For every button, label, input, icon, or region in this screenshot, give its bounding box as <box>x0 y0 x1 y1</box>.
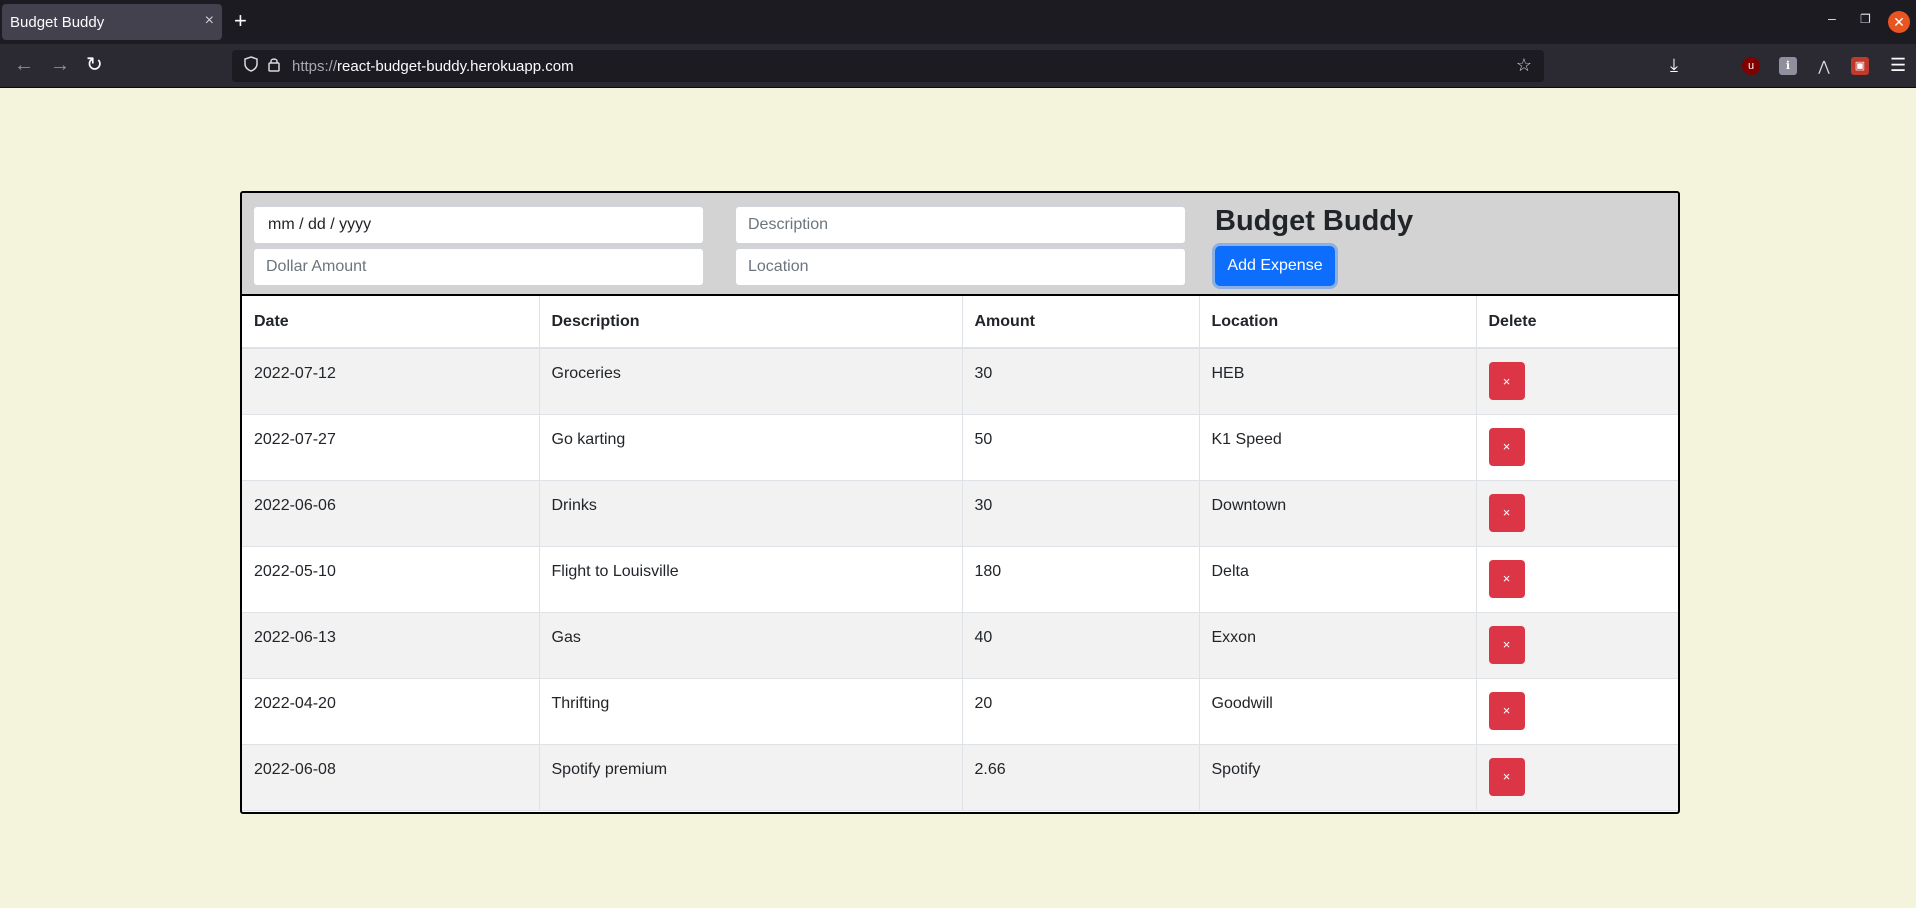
table-row: 2022-07-27 Go karting 50 K1 Speed × <box>242 414 1678 481</box>
cell-location: Goodwill <box>1199 678 1477 745</box>
url-scheme: https:// <box>292 58 338 75</box>
cell-amount: 40 <box>962 612 1200 679</box>
delete-button[interactable]: × <box>1488 362 1525 400</box>
delete-button[interactable]: × <box>1488 559 1525 598</box>
url-text[interactable]: https://react-budget-buddy.herokuapp.com <box>292 58 574 75</box>
cell-description: Flight to Louisville <box>539 546 963 613</box>
cell-date: 2022-07-12 <box>242 348 540 415</box>
cell-delete: × <box>1476 744 1678 811</box>
dollar-amount-input[interactable] <box>253 248 704 286</box>
restore-icon[interactable]: ❐ <box>1860 12 1871 26</box>
shield-icon[interactable] <box>244 56 258 76</box>
cell-amount: 30 <box>962 348 1200 415</box>
description-input[interactable] <box>735 206 1186 244</box>
location-input[interactable] <box>735 248 1186 286</box>
cell-delete: × <box>1476 612 1678 679</box>
table-row: 2022-06-08 Spotify premium 2.66 Spotify … <box>242 744 1678 811</box>
browser-tab-bar: Budget Buddy × + – ❐ ✕ <box>0 0 1916 44</box>
cell-delete: × <box>1476 546 1678 613</box>
cell-description: Thrifting <box>539 678 963 745</box>
cell-date: 2022-06-13 <box>242 612 540 679</box>
table-row: 2022-05-10 Flight to Louisville 180 Delt… <box>242 546 1678 613</box>
delete-button[interactable]: × <box>1488 757 1525 796</box>
reload-icon[interactable]: ↻ <box>86 54 103 76</box>
column-header-date: Date <box>242 296 540 349</box>
cell-delete: × <box>1476 348 1678 415</box>
expenses-table: Date Description Amount Location Delete … <box>242 296 1678 811</box>
cell-date: 2022-04-20 <box>242 678 540 745</box>
cell-amount: 30 <box>962 480 1200 547</box>
cell-description: Gas <box>539 612 963 679</box>
table-row: 2022-06-06 Drinks 30 Downtown × <box>242 480 1678 547</box>
table-row: 2022-07-12 Groceries 30 HEB × <box>242 348 1678 415</box>
column-header-description: Description <box>539 296 963 349</box>
forward-icon[interactable]: → <box>50 54 70 76</box>
minimize-icon[interactable]: – <box>1828 10 1836 26</box>
column-header-location: Location <box>1199 296 1477 349</box>
column-header-amount: Amount <box>962 296 1200 349</box>
downloads-icon[interactable]: ⤓ <box>1670 54 1678 76</box>
extension-icon-3[interactable]: ▣ <box>1851 57 1869 75</box>
cell-location: Exxon <box>1199 612 1477 679</box>
close-window-icon[interactable]: ✕ <box>1888 11 1910 33</box>
cell-description: Spotify premium <box>539 744 963 811</box>
cell-location: HEB <box>1199 348 1477 415</box>
cell-location: Spotify <box>1199 744 1477 811</box>
cell-description: Go karting <box>539 414 963 481</box>
delete-button[interactable]: × <box>1488 691 1525 730</box>
cell-location: K1 Speed <box>1199 414 1477 481</box>
url-host: react-budget-buddy.herokuapp.com <box>337 58 574 75</box>
cell-amount: 50 <box>962 414 1200 481</box>
extension-icon[interactable]: ℹ <box>1779 57 1797 75</box>
cell-amount: 20 <box>962 678 1200 745</box>
table-row: 2022-04-20 Thrifting 20 Goodwill × <box>242 678 1678 745</box>
tab-close-icon[interactable]: × <box>205 12 214 30</box>
table-row: 2022-06-13 Gas 40 Exxon × <box>242 612 1678 679</box>
hamburger-menu-icon[interactable]: ☰ <box>1890 54 1906 76</box>
tab-title: Budget Buddy <box>10 14 105 31</box>
cell-location: Downtown <box>1199 480 1477 547</box>
cell-description: Groceries <box>539 348 963 415</box>
bookmark-star-icon[interactable]: ☆ <box>1516 55 1532 76</box>
ublock-extension-icon[interactable]: u <box>1742 57 1760 75</box>
browser-tab[interactable]: Budget Buddy × <box>2 4 222 40</box>
expense-form: mm / dd / yyyy Budget Buddy Add Expense <box>242 193 1678 296</box>
extension-icon-2[interactable]: ⋀ <box>1815 57 1833 75</box>
cell-amount: 180 <box>962 546 1200 613</box>
budget-app-container: mm / dd / yyyy Budget Buddy Add Expense … <box>240 191 1680 814</box>
cell-date: 2022-06-08 <box>242 744 540 811</box>
cell-description: Drinks <box>539 480 963 547</box>
lock-icon[interactable] <box>268 56 280 76</box>
back-icon[interactable]: ← <box>14 54 34 76</box>
cell-delete: × <box>1476 480 1678 547</box>
delete-button[interactable]: × <box>1488 427 1525 466</box>
browser-nav-bar: ← → ↻ https://react-budget-buddy.herokua… <box>0 44 1916 88</box>
cell-location: Delta <box>1199 546 1477 613</box>
address-bar[interactable]: https://react-budget-buddy.herokuapp.com… <box>232 50 1544 82</box>
date-input[interactable]: mm / dd / yyyy <box>253 206 704 244</box>
cell-date: 2022-05-10 <box>242 546 540 613</box>
new-tab-icon[interactable]: + <box>234 8 247 34</box>
cell-date: 2022-06-06 <box>242 480 540 547</box>
delete-button[interactable]: × <box>1488 493 1525 532</box>
add-expense-button[interactable]: Add Expense <box>1215 246 1335 286</box>
cell-delete: × <box>1476 414 1678 481</box>
column-header-delete: Delete <box>1476 296 1678 349</box>
table-header-row: Date Description Amount Location Delete <box>242 296 1678 349</box>
delete-button[interactable]: × <box>1488 625 1525 664</box>
app-title: Budget Buddy <box>1215 205 1414 237</box>
cell-delete: × <box>1476 678 1678 745</box>
cell-amount: 2.66 <box>962 744 1200 811</box>
cell-date: 2022-07-27 <box>242 414 540 481</box>
